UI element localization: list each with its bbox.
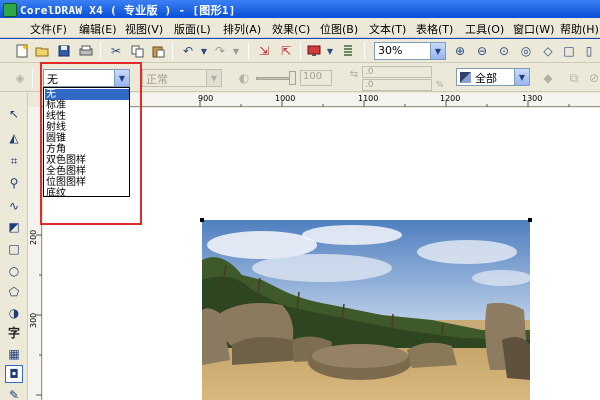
selection-handle[interactable] (528, 218, 532, 222)
highlight-annotation-box (40, 62, 142, 225)
freeze-icon[interactable]: ◆ (540, 70, 556, 86)
selection-handle[interactable] (200, 218, 204, 222)
crop-tool-icon[interactable]: ⌗ (5, 152, 23, 170)
zoom-in-icon[interactable]: ⊕ (452, 43, 468, 59)
ruler-label-y: 300 (29, 312, 38, 328)
copy-icon[interactable] (129, 43, 145, 59)
shape-tool-icon[interactable]: ◭ (5, 129, 23, 147)
undo-icon[interactable]: ↶ (180, 43, 196, 59)
toolbar-separator (100, 42, 101, 60)
polygon-tool-icon[interactable]: ⬠ (5, 283, 23, 301)
toolbar-separator (364, 42, 365, 60)
zoom-selected-icon[interactable]: ⊙ (496, 43, 512, 59)
fill-tool-indicator-icon: ◈ (15, 71, 25, 85)
chevron-down-icon[interactable]: ▼ (430, 43, 445, 59)
new-icon[interactable] (14, 43, 30, 59)
import-icon[interactable]: ⇲ (256, 43, 272, 59)
menu-arrange[interactable]: 排列(A) (223, 21, 261, 37)
rectangle-tool-icon[interactable]: □ (5, 240, 23, 258)
pick-tool-icon[interactable]: ↖ (5, 105, 23, 123)
percent-label: % (436, 80, 444, 89)
menu-view[interactable]: 视图(V) (125, 21, 163, 37)
menu-effects[interactable]: 效果(C) (272, 21, 310, 37)
toolbox: ↖ ◭ ⌗ ⚲ ∿ ◩ □ ○ ⬠ ◑ 字 ▦ ◘ ✎ (0, 93, 28, 400)
zoom-page-icon[interactable]: ◇ (540, 43, 556, 59)
copy-fill-icon[interactable]: ⧉ (566, 70, 582, 86)
redo-icon[interactable]: ↷ (212, 43, 228, 59)
paste-icon[interactable] (150, 43, 166, 59)
save-icon[interactable] (56, 43, 72, 59)
toolbar-separator (300, 42, 301, 60)
ruler-label-x: 1200 (440, 94, 461, 103)
menu-window[interactable]: 窗口(W) (513, 21, 554, 37)
open-icon[interactable] (34, 43, 50, 59)
toolbar-separator (248, 42, 249, 60)
menu-table[interactable]: 表格(T) (416, 21, 453, 37)
zoom-level-select[interactable]: 30% ▼ (374, 42, 446, 60)
menu-tools[interactable]: 工具(O) (465, 21, 504, 37)
midpoint-icon: ◐ (238, 71, 250, 85)
merge-mode-select[interactable]: 正常 ▼ (142, 69, 222, 87)
beach-photo[interactable] (202, 220, 530, 400)
scope-value: 全部 (475, 72, 497, 85)
eyedropper-tool-icon[interactable]: ✎ (5, 386, 23, 400)
coreldraw-app-icon[interactable] (3, 3, 17, 17)
clear-fill-icon[interactable]: ⊘ (586, 70, 600, 86)
standard-toolbar: ✂ ↶ ▼ ↷ ▼ ⇲ ⇱ ▼ ⊕ ⊖ ⊙ ◎ ◇ □ ▯ (0, 39, 600, 63)
print-icon[interactable] (78, 43, 94, 59)
freehand-tool-icon[interactable]: ∿ (5, 197, 23, 215)
menu-edit[interactable]: 编辑(E) (79, 21, 117, 37)
welcome-icon[interactable] (340, 43, 356, 59)
offset-x-input[interactable]: .0 (362, 66, 432, 78)
beach-photo-image (202, 220, 530, 400)
merge-mode-value: 正常 (146, 73, 168, 86)
chevron-down-icon[interactable]: ▼ (206, 70, 221, 86)
interactive-fill-tool-icon[interactable]: ◘ (5, 365, 23, 383)
export-icon[interactable]: ⇱ (278, 43, 294, 59)
ruler-label-x: 1100 (358, 94, 379, 103)
redo-dropdown-icon[interactable]: ▼ (228, 43, 244, 59)
menu-file[interactable]: 文件(F) (30, 21, 67, 37)
table-tool-icon[interactable]: ▦ (5, 345, 23, 363)
ruler-label-x: 1000 (275, 94, 296, 103)
zoom-out-icon[interactable]: ⊖ (474, 43, 490, 59)
menu-bar: 文件(F) 编辑(E) 视图(V) 版面(L) 排列(A) 效果(C) 位图(B… (0, 18, 600, 38)
offset-y-input[interactable]: .0 (362, 79, 432, 91)
menu-bitmaps[interactable]: 位图(B) (320, 21, 358, 37)
menu-text[interactable]: 文本(T) (369, 21, 406, 37)
zoom-all-icon[interactable]: ◎ (518, 43, 534, 59)
midpoint-slider-thumb[interactable] (289, 71, 296, 85)
basic-shapes-tool-icon[interactable]: ◑ (5, 304, 23, 322)
menu-layout[interactable]: 版面(L) (174, 21, 211, 37)
application-launcher-icon[interactable] (306, 43, 322, 59)
zoom-tool-icon[interactable]: ⚲ (5, 174, 23, 192)
cut-icon[interactable]: ✂ (108, 43, 124, 59)
menu-help[interactable]: 帮助(H) (560, 21, 599, 37)
window-title: CorelDRAW X4 ( 专业版 ) - [图形1] (20, 4, 236, 17)
smart-fill-tool-icon[interactable]: ◩ (5, 218, 23, 236)
launcher-dropdown-icon[interactable]: ▼ (322, 43, 338, 59)
zoom-level-value: 30% (378, 44, 403, 57)
toolbar-separator (32, 69, 33, 87)
offset-icon: ⇆ (349, 68, 359, 80)
ruler-label-x: 1300 (522, 94, 543, 103)
scope-swatch-icon (460, 72, 471, 83)
undo-dropdown-icon[interactable]: ▼ (196, 43, 212, 59)
text-tool-icon[interactable]: 字 (5, 323, 23, 341)
chevron-down-icon[interactable]: ▼ (514, 69, 529, 85)
zoom-height-icon[interactable]: ▯ (581, 43, 597, 59)
ruler-label-x: 900 (198, 94, 214, 103)
zoom-width-icon[interactable]: □ (561, 43, 577, 59)
ellipse-tool-icon[interactable]: ○ (5, 262, 23, 280)
midpoint-input[interactable]: 100 (300, 70, 332, 86)
scope-select[interactable]: 全部 ▼ (456, 68, 530, 86)
ruler-label-y: 200 (29, 229, 38, 245)
toolbar-separator (172, 42, 173, 60)
